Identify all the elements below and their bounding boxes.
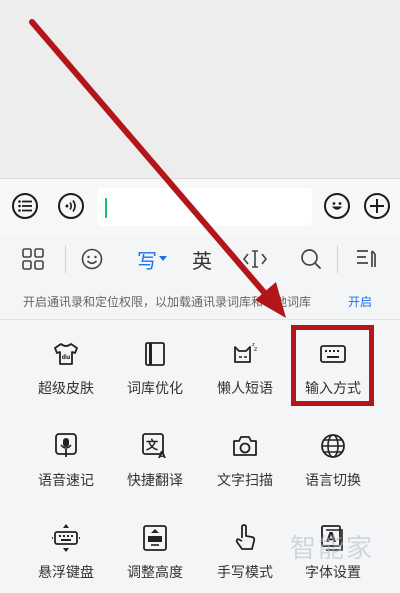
svg-text:z: z bbox=[252, 342, 255, 348]
message-input[interactable] bbox=[97, 188, 312, 226]
search-tab[interactable] bbox=[298, 245, 324, 273]
plus-icon bbox=[370, 199, 384, 213]
cursor-move-icon bbox=[242, 250, 268, 268]
grid-item-super-skin[interactable]: du 超级皮肤 bbox=[21, 320, 111, 400]
write-tab[interactable]: 写 bbox=[134, 245, 170, 273]
lazy-cat-icon: z z bbox=[231, 340, 259, 368]
grid-item-label: 文字扫描 bbox=[217, 473, 273, 489]
grid-item-label: 手写模式 bbox=[217, 565, 273, 581]
grid-item-label: 语音速记 bbox=[38, 473, 94, 489]
grid-item-label: 语言切换 bbox=[305, 473, 361, 489]
input-bar bbox=[0, 178, 400, 236]
grid-item-text-scan[interactable]: 文字扫描 bbox=[200, 412, 290, 492]
svg-text:du: du bbox=[62, 354, 71, 361]
menu-grid-button[interactable] bbox=[20, 245, 46, 273]
write-tab-label: 写 bbox=[137, 248, 157, 273]
tshirt-icon: du bbox=[52, 340, 80, 368]
list-icon bbox=[18, 200, 32, 212]
microphone-icon bbox=[52, 432, 80, 460]
grid-item-quick-translate[interactable]: 文 A 快捷翻译 bbox=[110, 412, 200, 492]
grid-item-lexicon-optimize[interactable]: 词库优化 bbox=[110, 320, 200, 400]
grid-item-label: 词库优化 bbox=[127, 381, 183, 397]
screen: 写 英 开启通讯录和定位权限，以加载通讯录词库和本地词库 开启 du 超级皮肤 … bbox=[0, 0, 400, 593]
svg-text:文: 文 bbox=[146, 437, 159, 452]
smiley-icon bbox=[332, 202, 342, 210]
enable-permission-link[interactable]: 开启 bbox=[348, 293, 372, 310]
grid-item-voice-note[interactable]: 语音速记 bbox=[21, 412, 111, 492]
search-icon bbox=[301, 249, 322, 270]
grid-icon bbox=[22, 248, 44, 270]
grid-item-lazy-phrases[interactable]: z z 懒人短语 bbox=[200, 320, 290, 400]
permission-notice: 开启通讯录和定位权限，以加载通讯录词库和本地词库 开启 bbox=[0, 283, 400, 320]
adjust-height-icon bbox=[141, 524, 169, 552]
emoji-button[interactable] bbox=[324, 193, 350, 219]
cursor-move-tab[interactable] bbox=[241, 245, 269, 273]
grid-item-adjust-height[interactable]: 调整高度 bbox=[110, 504, 200, 584]
handwriting-icon bbox=[231, 524, 259, 552]
add-button[interactable] bbox=[364, 193, 390, 219]
camera-icon bbox=[231, 432, 259, 460]
emoji-face-icon bbox=[81, 248, 103, 270]
grid-item-label: 超级皮肤 bbox=[38, 381, 94, 397]
grid-item-floating-keyboard[interactable]: 悬浮键盘 bbox=[21, 504, 111, 584]
floating-keyboard-icon bbox=[52, 524, 80, 552]
voice-wave-icon bbox=[65, 200, 76, 212]
grid-item-label: 懒人短语 bbox=[217, 381, 273, 397]
watermark: 智能家 bbox=[290, 534, 375, 564]
grid-item-language-switch[interactable]: 语言切换 bbox=[288, 412, 378, 492]
grid-item-handwriting-mode[interactable]: 手写模式 bbox=[200, 504, 290, 584]
collapse-lines-icon bbox=[357, 250, 376, 267]
english-tab-label: 英 bbox=[192, 248, 212, 273]
translate-icon: 文 A bbox=[141, 432, 169, 460]
grid-item-label: 悬浮键盘 bbox=[38, 565, 94, 581]
toolbar-divider bbox=[65, 245, 66, 273]
globe-icon bbox=[319, 432, 347, 460]
text-cursor bbox=[105, 198, 107, 218]
emoji-tab[interactable] bbox=[79, 245, 105, 273]
svg-text:A: A bbox=[158, 450, 166, 459]
collapse-keyboard-button[interactable] bbox=[354, 245, 380, 273]
grid-item-label: 快捷翻译 bbox=[127, 473, 183, 489]
keyboard-toolbar: 写 英 bbox=[0, 235, 400, 283]
toolbar-divider bbox=[337, 245, 338, 273]
caret-down-icon bbox=[159, 256, 167, 261]
permission-notice-text: 开启通讯录和定位权限，以加载通讯录词库和本地词库 bbox=[23, 295, 312, 309]
highlight-box bbox=[291, 325, 374, 406]
grid-item-label: 调整高度 bbox=[127, 565, 183, 581]
chat-area bbox=[0, 0, 400, 178]
menu-button[interactable] bbox=[12, 193, 38, 219]
english-tab[interactable]: 英 bbox=[189, 245, 215, 273]
book-icon bbox=[141, 340, 169, 368]
voice-button[interactable] bbox=[58, 193, 84, 219]
